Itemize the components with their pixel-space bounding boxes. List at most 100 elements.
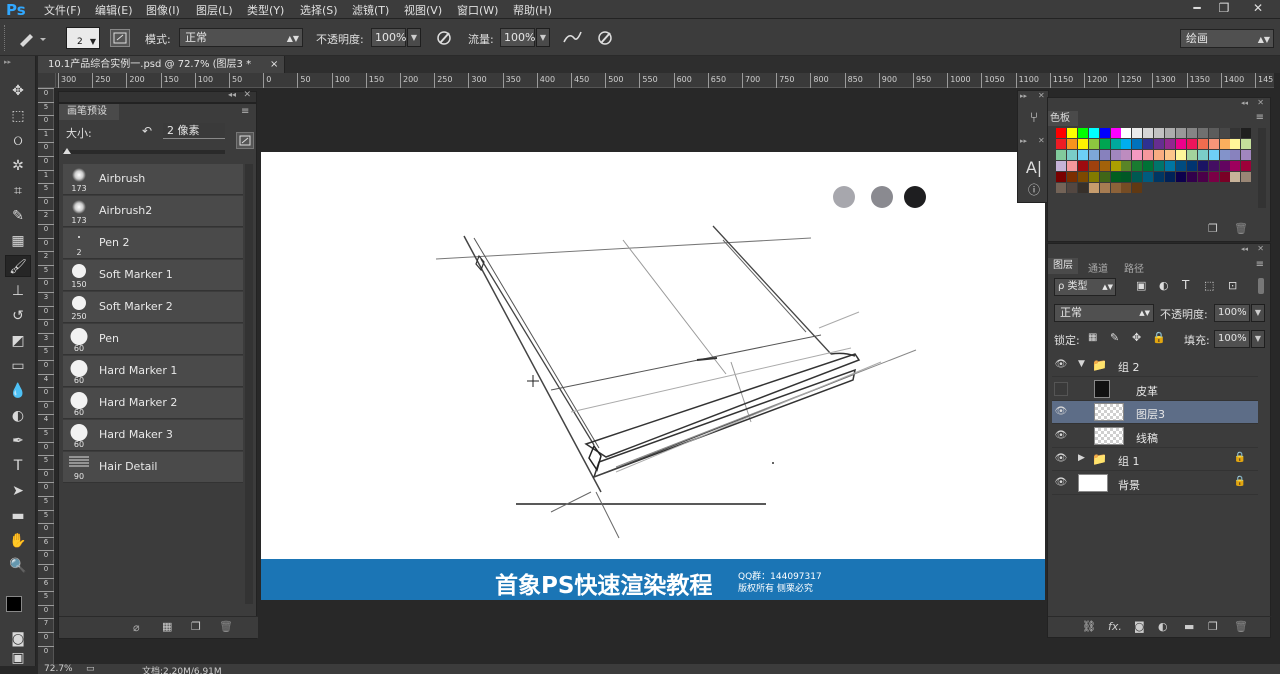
fill-dropdown[interactable]: ▼ [1251,330,1265,348]
color-swatch[interactable] [1121,128,1132,138]
eraser-tool[interactable]: ◩ [5,330,31,352]
color-swatch[interactable] [1165,150,1175,160]
pressure-size-button[interactable] [594,28,616,48]
color-swatch[interactable] [1186,172,1197,182]
tool-presets-button[interactable]: ⑂ [1021,105,1047,131]
color-swatch[interactable] [1056,172,1066,182]
new-layer-icon[interactable]: ❐ [1208,620,1218,633]
layer-row[interactable]: 👁 ▼ 📁 组 2 [1052,354,1258,377]
expand-panels-icon-2[interactable]: ▸▸ [1020,137,1027,145]
document-tab[interactable]: 10.1产品综合实例一.psd @ 72.7% (图层3 * × [38,56,285,73]
color-swatch[interactable] [1066,161,1077,171]
color-swatch[interactable] [1175,161,1186,171]
color-swatch[interactable] [1230,172,1241,182]
crop-tool[interactable]: ⌗ [5,180,31,202]
collapse-panel-icon[interactable]: ◂◂ [228,90,236,99]
close-panel-icon[interactable]: ✕ [243,90,251,100]
brush-preset-item[interactable]: 250 Soft Marker 2 [63,292,243,323]
eye-icon[interactable]: 👁 [1054,429,1068,443]
flow-dropdown[interactable]: ▼ [536,28,550,47]
trash-icon[interactable]: 🗑 [219,620,233,633]
color-swatch[interactable] [1175,128,1186,138]
color-swatch[interactable] [1056,139,1066,149]
color-swatch[interactable] [1230,128,1241,138]
color-swatch[interactable] [1143,150,1154,160]
screen-mode-button[interactable]: ▣ [5,650,31,666]
quick-mask-button[interactable]: ◙ [5,628,31,650]
tab-paths[interactable]: 路径 [1124,260,1144,275]
color-swatch[interactable] [1143,139,1154,149]
menu-filter[interactable]: 滤镜(T) [352,2,389,17]
brush-preset-picker[interactable] [16,28,46,48]
color-swatch[interactable] [1143,172,1154,182]
adjustment-layer-icon[interactable]: ◐ [1158,620,1168,633]
color-swatch[interactable] [1121,150,1132,160]
lock-transparent-icon[interactable]: ▦ [1088,332,1097,343]
color-swatch[interactable] [1241,139,1252,149]
color-swatch[interactable] [1088,139,1099,149]
menu-image[interactable]: 图像(I) [146,2,180,17]
color-swatch[interactable] [1197,139,1208,149]
collapse-panel-icon[interactable]: ◂◂ [1241,245,1248,253]
brush-preset-item[interactable]: 60 Pen [63,324,243,355]
close-dock-icon[interactable]: ✕ [1038,91,1045,100]
color-swatch[interactable] [1077,172,1088,182]
layer-row[interactable]: 👁 线稿 [1052,425,1258,448]
color-swatch[interactable] [1077,161,1088,171]
swatches-tab[interactable]: 色板 [1048,111,1078,126]
filter-adjustment-icon[interactable]: ◐ [1159,279,1169,292]
gradient-tool[interactable]: ▭ [5,355,31,377]
size-slider[interactable] [63,148,225,154]
menu-window[interactable]: 窗口(W) [457,2,498,17]
color-swatch[interactable] [1143,161,1154,171]
layer-row[interactable]: 👁 图层3 [1052,401,1258,424]
layer-opacity-dropdown[interactable]: ▼ [1251,304,1265,322]
brush-tool[interactable]: 🖌 [5,255,31,277]
menu-layer[interactable]: 图层(L) [196,2,233,17]
color-swatch[interactable] [1132,161,1143,171]
color-swatch[interactable] [1132,139,1143,149]
path-select-tool[interactable]: ➤ [5,480,31,502]
color-swatch[interactable] [1066,128,1077,138]
color-swatch[interactable] [1088,172,1099,182]
color-swatch[interactable] [1110,128,1121,138]
layer-opacity-input[interactable]: 100% [1214,304,1250,322]
color-swatch[interactable] [1241,128,1252,138]
tab-layers[interactable]: 图层 [1048,258,1078,274]
eye-icon[interactable]: 👁 [1054,476,1068,490]
color-swatch[interactable] [1175,150,1186,160]
vertical-ruler[interactable]: 0501001502002503003504004505005506006507… [38,88,54,664]
color-swatch[interactable] [1088,183,1099,193]
color-swatch[interactable] [1066,150,1077,160]
color-swatch[interactable] [1165,128,1175,138]
new-preset-button[interactable] [236,132,254,149]
color-swatch[interactable] [1121,183,1132,193]
color-swatch[interactable] [1088,161,1099,171]
marquee-tool[interactable]: ⬚ [5,105,31,127]
reset-size-icon[interactable]: ↶ [142,124,152,138]
color-swatch[interactable] [1132,150,1143,160]
fill-input[interactable]: 100% [1214,330,1250,348]
zoom-level[interactable]: 72.7% [44,664,73,674]
brush-preset-item[interactable]: 150 Soft Marker 1 [63,260,243,291]
lock-pixels-icon[interactable]: ✎ [1110,331,1119,344]
history-brush-tool[interactable]: ↺ [5,305,31,327]
brush-list-scrollbar[interactable] [245,164,253,604]
color-swatch[interactable] [1208,161,1219,171]
color-swatch[interactable] [1241,172,1252,182]
color-swatch[interactable] [1099,150,1110,160]
brush-size-field[interactable]: 2 ▼ [66,27,100,49]
color-swatch[interactable] [1165,139,1175,149]
eyedropper-tool[interactable]: ✎ [5,205,31,227]
color-swatch[interactable] [1110,183,1121,193]
color-swatch[interactable] [1088,150,1099,160]
color-swatch[interactable] [1219,139,1230,149]
color-swatch[interactable] [1099,139,1110,149]
airbrush-toggle-button[interactable] [561,28,583,48]
close-window-button[interactable]: ✕ [1244,0,1272,17]
workspace-select[interactable]: 绘画 ▲▼ [1180,29,1274,48]
color-swatch[interactable] [1077,139,1088,149]
color-swatch[interactable] [1154,172,1165,182]
brush-preset-item[interactable]: 60 Hard Marker 1 [63,356,243,387]
brush-preset-item[interactable]: 60 Hard Maker 3 [63,420,243,451]
